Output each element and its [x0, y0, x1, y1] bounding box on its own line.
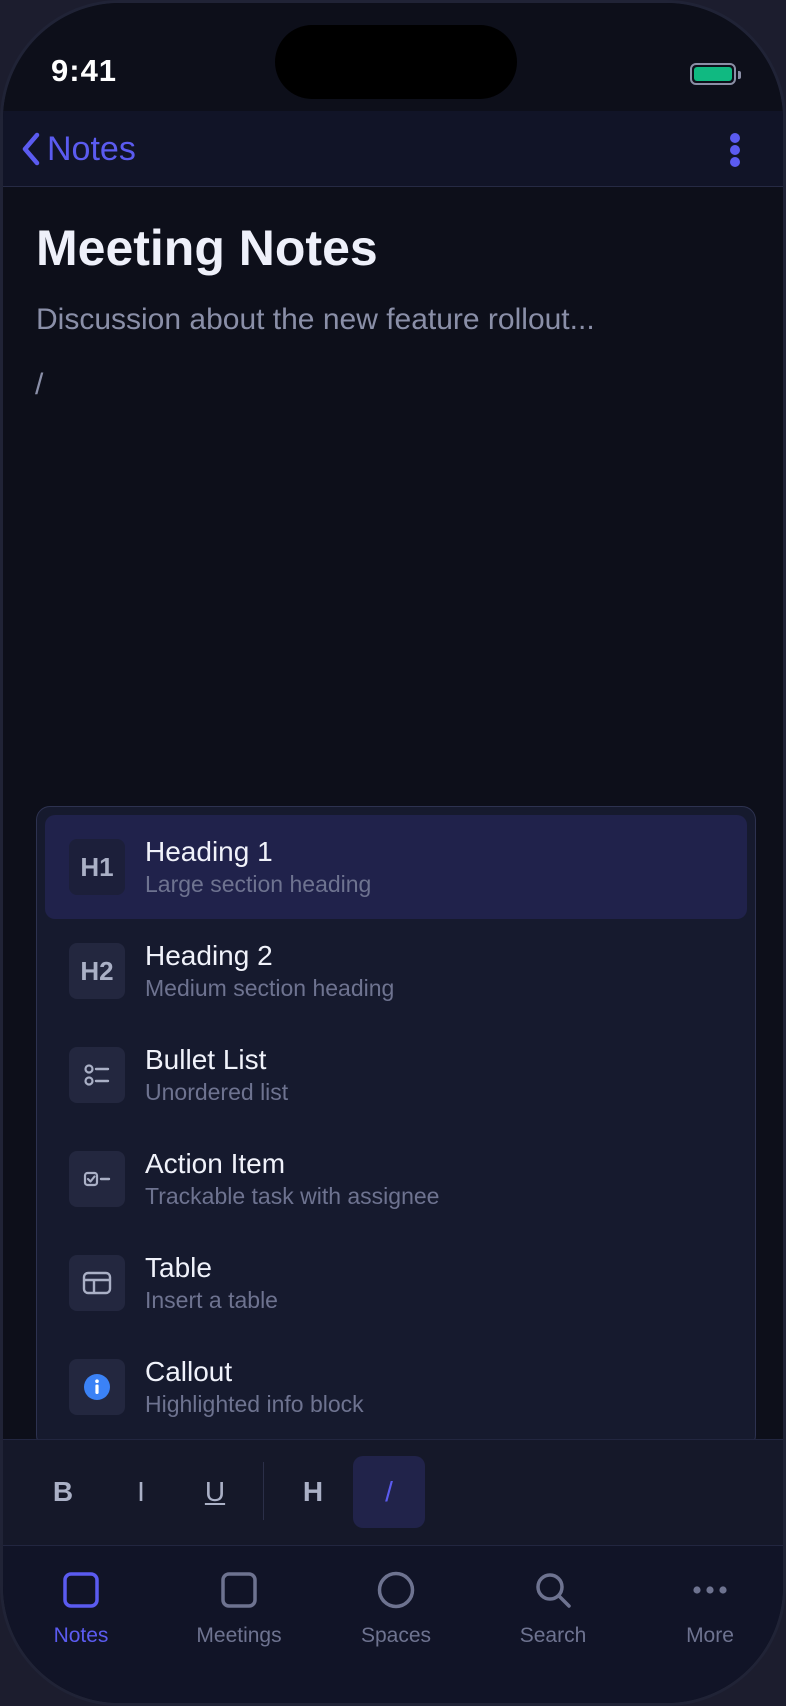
tab-label: More	[686, 1624, 734, 1647]
menu-item-table[interactable]: Table Insert a table	[45, 1231, 747, 1335]
menu-item-label: Action Item	[145, 1148, 286, 1179]
menu-item-bullet-list[interactable]: Bullet List Unordered list	[45, 1023, 747, 1127]
document-title[interactable]: Meeting Notes	[36, 219, 378, 277]
tab-bar: Notes Meetings Spaces Search More	[3, 1545, 783, 1703]
menu-item-heading-1[interactable]: H1 Heading 1 Large section heading	[45, 815, 747, 919]
meetings-icon	[217, 1568, 261, 1612]
menu-item-description: Trackable task with assignee	[145, 1183, 440, 1209]
slash-command-menu: H1 Heading 1 Large section heading H2 He…	[36, 806, 756, 1449]
info-icon	[69, 1359, 125, 1415]
italic-button[interactable]: I	[105, 1456, 177, 1528]
slash-command-button[interactable]: /	[353, 1456, 425, 1528]
format-toolbar: B I U H /	[3, 1439, 783, 1545]
ellipsis-icon	[688, 1568, 732, 1612]
menu-item-description: Insert a table	[145, 1287, 278, 1313]
heading-button[interactable]: H	[277, 1456, 349, 1528]
table-icon	[69, 1255, 125, 1311]
menu-item-label: Heading 1	[145, 836, 273, 867]
menu-item-description: Highlighted info block	[145, 1391, 364, 1417]
tab-spaces[interactable]: Spaces	[326, 1568, 466, 1668]
dynamic-island	[275, 25, 517, 99]
menu-item-label: Table	[145, 1252, 212, 1283]
back-label: Notes	[47, 129, 136, 168]
editor-current-line[interactable]: /	[35, 368, 43, 402]
battery-level	[694, 67, 732, 81]
heading-2-icon: H2	[69, 943, 125, 999]
heading-1-icon: H1	[69, 839, 125, 895]
menu-item-label: Heading 2	[145, 940, 273, 971]
tab-label: Spaces	[360, 1624, 432, 1647]
more-options-icon[interactable]	[729, 133, 741, 167]
tab-meetings[interactable]: Meetings	[169, 1568, 309, 1668]
phone-frame: 9:41 Notes Meeting Notes Discussion abou…	[0, 0, 786, 1706]
document-body[interactable]: Discussion about the new feature rollout…	[36, 303, 595, 337]
battery-nub	[738, 71, 741, 79]
menu-item-description: Large section heading	[145, 871, 372, 897]
search-icon	[531, 1568, 575, 1612]
tab-search[interactable]: Search	[483, 1568, 623, 1668]
tab-label: Notes	[53, 1624, 109, 1647]
tab-more[interactable]: More	[640, 1568, 780, 1668]
tab-label: Search	[519, 1624, 587, 1647]
chevron-left-icon	[22, 132, 40, 166]
menu-item-heading-2[interactable]: H2 Heading 2 Medium section heading	[45, 919, 747, 1023]
menu-item-label: Bullet List	[145, 1044, 267, 1075]
battery-icon	[690, 63, 741, 85]
tab-notes[interactable]: Notes	[11, 1568, 151, 1668]
toolbar-divider	[263, 1462, 264, 1520]
tab-label: Meetings	[196, 1624, 282, 1647]
menu-item-callout[interactable]: Callout Highlighted info block	[45, 1335, 747, 1439]
bullet-list-icon	[69, 1047, 125, 1103]
checkbox-icon	[69, 1151, 125, 1207]
menu-item-description: Unordered list	[145, 1079, 289, 1105]
menu-item-label: Callout	[145, 1356, 233, 1387]
status-time: 9:41	[51, 53, 118, 88]
spaces-icon	[374, 1568, 418, 1612]
navigation-bar: Notes	[3, 111, 783, 187]
notes-icon	[59, 1568, 103, 1612]
bold-button[interactable]: B	[27, 1456, 99, 1528]
status-bar: 9:41	[3, 3, 783, 111]
underline-button[interactable]: U	[179, 1456, 251, 1528]
back-button[interactable]: Notes	[19, 129, 136, 169]
menu-item-description: Medium section heading	[145, 975, 395, 1001]
menu-item-action-item[interactable]: Action Item Trackable task with assignee	[45, 1127, 747, 1231]
